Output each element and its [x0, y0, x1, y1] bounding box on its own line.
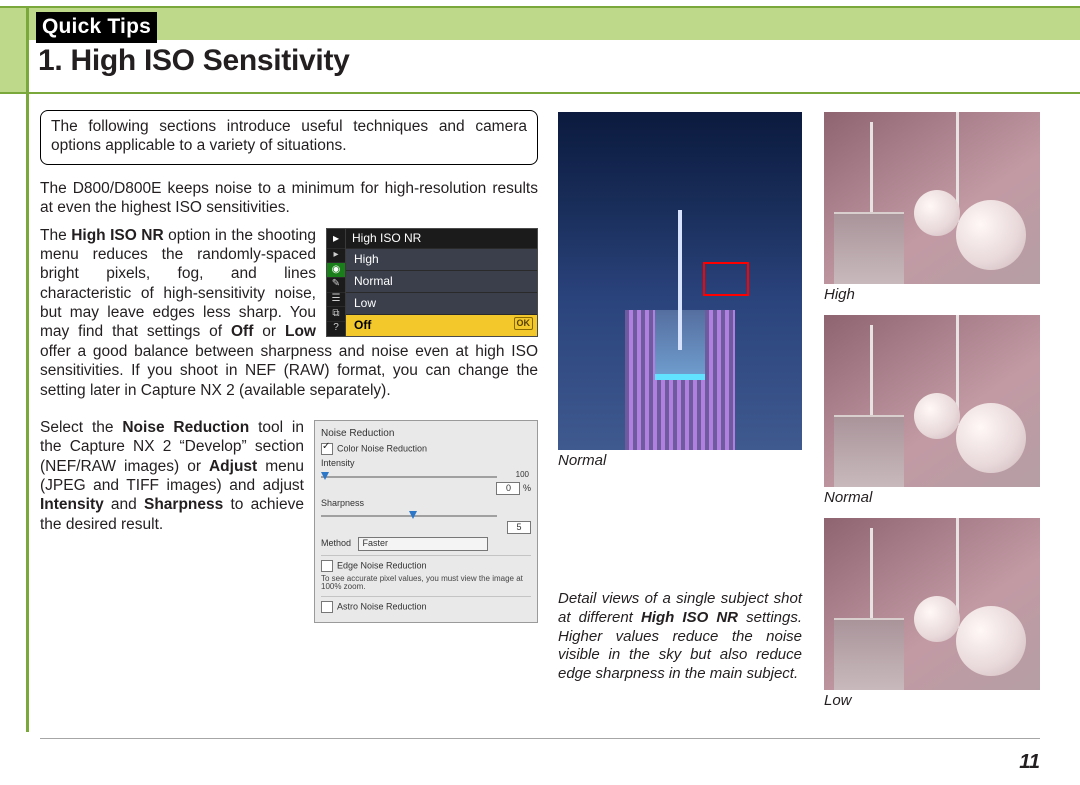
right-column: High Normal Low [824, 112, 1040, 720]
detail-crop-normal-label: Normal [824, 489, 1040, 508]
nx-intensity-slider: 100 [321, 476, 497, 478]
capture-nx2-panel-screenshot: Noise Reduction Color Noise Reduction In… [314, 420, 538, 623]
ok-badge: OK [514, 317, 534, 330]
page-root: Quick Tips 1. High ISO Sensitivity The f… [0, 0, 1080, 785]
camera-menu-item-low: Low [346, 292, 537, 314]
camera-icon: ◉ [327, 262, 345, 277]
camera-menu-title: High ISO NR [346, 229, 537, 248]
detail-crop-low-label: Low [824, 692, 1040, 711]
nx-intensity-value: 0 [496, 482, 520, 495]
detail-crop-normal [824, 315, 1040, 487]
nx-intensity-unit: % [523, 483, 531, 493]
detail-crop-high-label: High [824, 286, 1040, 305]
nx-method-label: Method [321, 538, 351, 548]
camera-menu-item-off-label: Off [354, 318, 371, 332]
camera-menu-item-normal: Normal [346, 270, 537, 292]
nx-sharpness-slider [321, 515, 497, 517]
back-arrow-icon: ▸ [327, 229, 346, 248]
para-noise: The D800/D800E keeps noise to a minimum … [40, 179, 538, 218]
camera-menu-options: High Normal Low Off OK [346, 248, 537, 336]
camera-menu-screenshot: ▸ High ISO NR ▸ ◉ ✎ ☰ ⧉ ? High Normal [326, 228, 538, 337]
nx-method-select: Faster [358, 537, 488, 550]
eyebrow-label: Quick Tips [36, 12, 157, 43]
detail-crop-high [824, 112, 1040, 284]
footer-rule [40, 738, 1040, 739]
nx-edge-nr: Edge Noise Reduction [337, 560, 427, 570]
nx-sharpness-value: 5 [507, 521, 531, 534]
nx-sharpness-label: Sharpness [321, 498, 531, 509]
nx-footer-note: To see accurate pixel values, you must v… [321, 575, 531, 593]
camera-menu-item-high: High [346, 248, 537, 270]
nx-title: Noise Reduction [321, 428, 531, 441]
sample-photo-main [558, 112, 802, 450]
slider-thumb-icon [321, 472, 329, 480]
detail-crop-low [824, 518, 1040, 690]
photo-main-label: Normal [558, 452, 802, 471]
checkbox-icon [321, 443, 333, 455]
para-nx-block: Noise Reduction Color Noise Reduction In… [40, 418, 538, 627]
nx-color-nr: Color Noise Reduction [337, 444, 427, 454]
nx-intensity-max: 100 [516, 470, 529, 480]
left-column: The following sections introduce useful … [40, 110, 538, 627]
checkbox-icon [321, 560, 333, 572]
checkbox-icon [321, 601, 333, 613]
detail-caption: Detail views of a single subject shot at… [558, 590, 802, 684]
left-rule [26, 6, 29, 732]
page-number: 11 [1019, 750, 1040, 775]
camera-menu-side-icons: ▸ ◉ ✎ ☰ ⧉ ? [327, 248, 346, 336]
section-title: 1. High ISO Sensitivity [38, 42, 350, 80]
crop-indicator-box [703, 262, 749, 296]
intro-callout: The following sections introduce useful … [40, 110, 538, 165]
building-illustration [678, 210, 682, 350]
camera-menu-item-off: Off OK [346, 314, 537, 336]
middle-column: Normal [558, 112, 802, 471]
nx-astro: Astro Noise Reduction [337, 602, 427, 612]
para-iso-nr-block: ▸ High ISO NR ▸ ◉ ✎ ☰ ⧉ ? High Normal [40, 226, 538, 408]
nx-intensity-label: Intensity [321, 458, 531, 469]
slider-thumb-icon [409, 511, 417, 519]
